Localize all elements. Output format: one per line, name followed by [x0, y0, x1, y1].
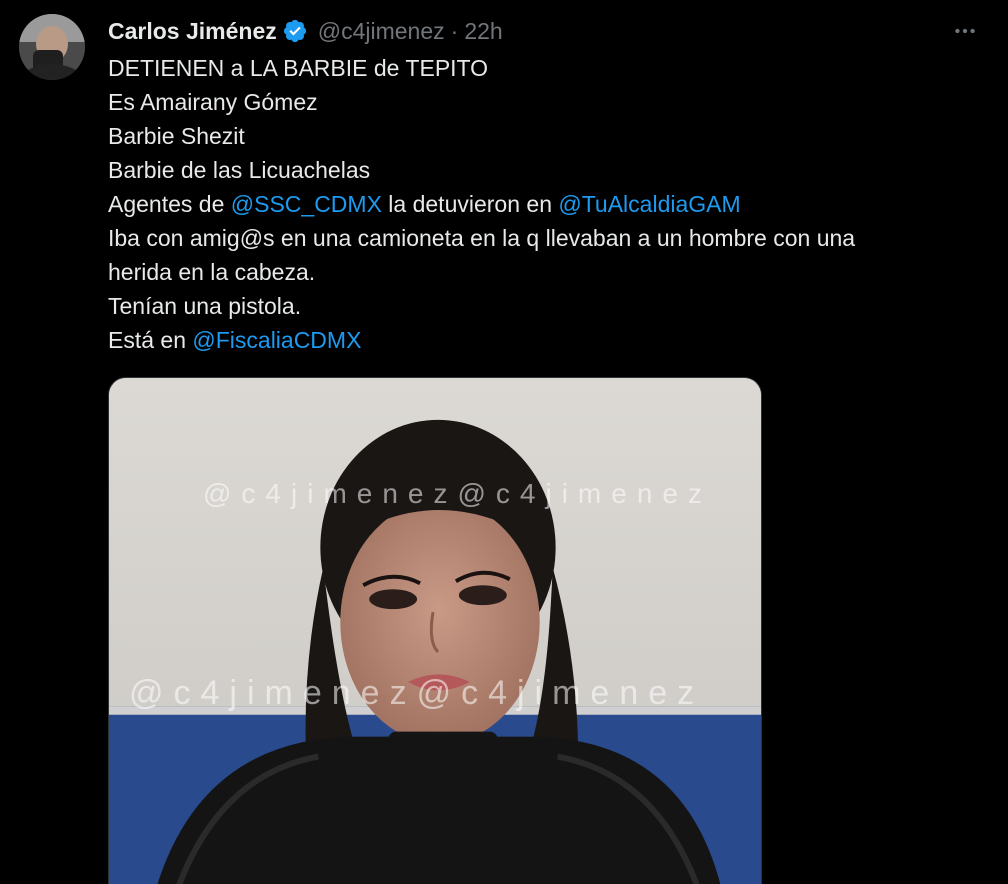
author-handle[interactable]: @c4jimenez — [318, 18, 445, 45]
tweet-line: Está en @FiscaliaCDMX — [108, 323, 988, 357]
mugshot-photo — [109, 378, 761, 884]
mention-link-fiscaliacdmx[interactable]: @FiscaliaCDMX — [192, 327, 361, 353]
tweet-line: Agentes de @SSC_CDMX la detuvieron en @T… — [108, 187, 988, 221]
header-separator: · — [450, 17, 459, 44]
tweet-text: DETIENEN a LA BARBIE de TEPITO Es Amaira… — [108, 51, 988, 357]
more-options-button[interactable] — [945, 16, 985, 46]
tweet-line: Iba con amig@s en una camioneta en la q … — [108, 225, 856, 251]
tweet-text-fragment: la detuvieron en — [381, 191, 559, 217]
mention-link-tualcaldiagam[interactable]: @TuAlcaldiaGAM — [558, 191, 740, 217]
more-horizontal-icon — [955, 28, 975, 34]
tweet-line: Barbie de las Licuachelas — [108, 157, 371, 183]
avatar-photo-icon — [19, 14, 85, 80]
tweet-line: Tenían una pistola. — [108, 293, 302, 319]
tweet-line: herida en la cabeza. — [108, 259, 316, 285]
author-avatar[interactable] — [19, 14, 85, 80]
tweet-text-fragment: Está en — [108, 327, 193, 353]
tweet-line: Barbie Shezit — [108, 123, 245, 149]
tweet[interactable]: Carlos Jiménez @c4jimenez · 22h DETIENEN… — [0, 0, 1008, 884]
tweet-line: Es Amairany Gómez — [108, 89, 318, 115]
tweet-line: DETIENEN a LA BARBIE de TEPITO — [108, 55, 489, 81]
tweet-header: Carlos Jiménez @c4jimenez · 22h — [108, 14, 503, 48]
tweet-media-photo[interactable]: @c4jimenez@c4jimenez @c4jimenez@c4jimene… — [108, 377, 762, 884]
author-name[interactable]: Carlos Jiménez — [108, 18, 277, 45]
mention-link-ssc-cdmx[interactable]: @SSC_CDMX — [231, 191, 382, 217]
tweet-text-fragment: Agentes de — [108, 191, 231, 217]
verified-badge-icon[interactable] — [282, 18, 308, 44]
tweet-timestamp[interactable]: 22h — [464, 18, 502, 45]
